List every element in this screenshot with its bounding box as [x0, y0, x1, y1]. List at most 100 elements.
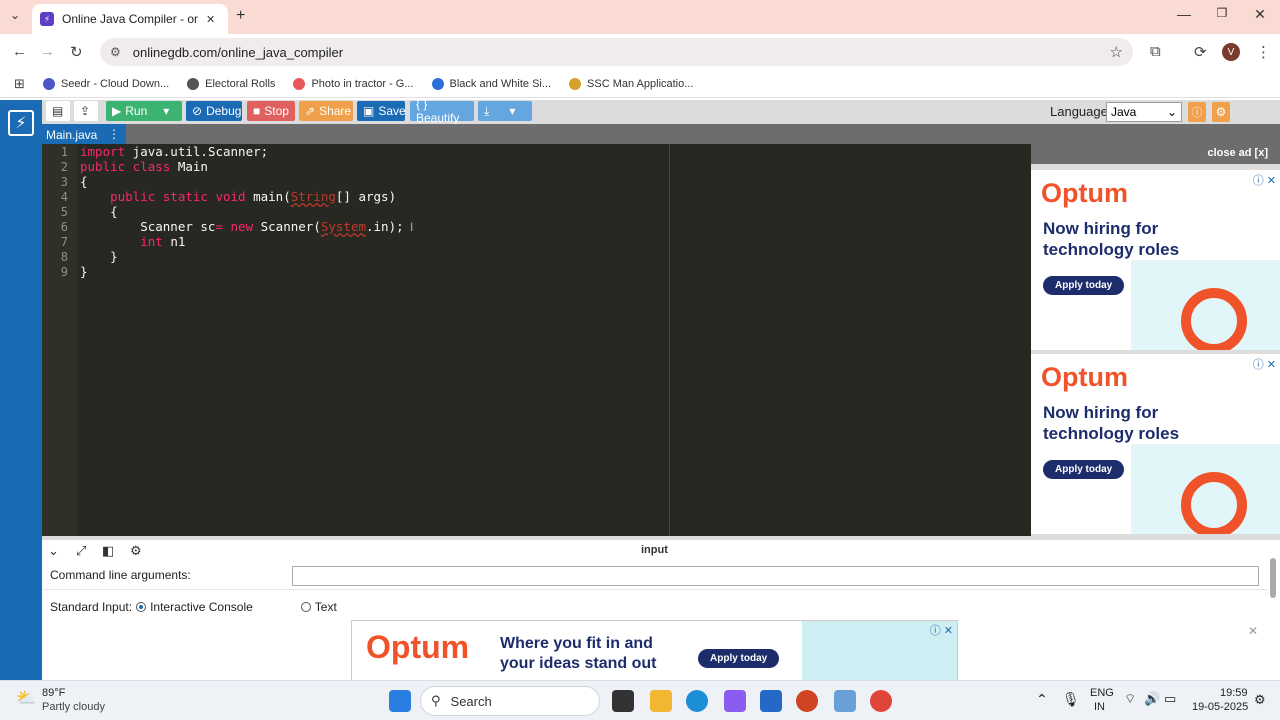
- back-icon[interactable]: ←: [12, 43, 27, 60]
- ad-card[interactable]: Optum Now hiring for technology roles Ap…: [1031, 170, 1280, 350]
- ad-headline: Now hiring for technology roles: [1043, 403, 1180, 443]
- tray-chevron-icon[interactable]: ⌃: [1036, 691, 1048, 708]
- bookmark-favicon-icon: [42, 77, 55, 90]
- reload-icon[interactable]: ↻: [70, 43, 83, 61]
- snipping-tool-icon[interactable]: [834, 690, 856, 712]
- close-ad-button[interactable]: close ad [x]: [1207, 147, 1268, 159]
- bookmark-label: Electoral Rolls: [205, 77, 276, 90]
- address-bar[interactable]: ⚙ onlinegdb.com/online_java_compiler ☆: [100, 38, 1133, 66]
- share-button[interactable]: ⇗ Share: [299, 101, 353, 121]
- debug-button[interactable]: ⊘ Debug: [186, 101, 242, 121]
- new-file-icon[interactable]: ▤: [46, 101, 70, 121]
- info-icon[interactable]: ⓘ: [1188, 102, 1206, 122]
- bookmark-item[interactable]: Electoral Rolls: [187, 77, 276, 90]
- chevron-down-icon[interactable]: ▾: [163, 104, 169, 118]
- run-button[interactable]: ▶ Run ▾: [106, 101, 182, 121]
- tab-close-icon[interactable]: ✕: [206, 13, 215, 26]
- volume-icon[interactable]: 🔊: [1144, 691, 1160, 707]
- browser-tab[interactable]: ⚡ Online Java Compiler - online e ✕: [32, 4, 228, 34]
- forward-icon[interactable]: →: [40, 43, 55, 60]
- menu-icon[interactable]: ⋮: [1256, 43, 1271, 61]
- tab-title: Online Java Compiler - online e: [62, 12, 198, 26]
- ad-card[interactable]: Optum Now hiring for technology roles Ap…: [1031, 354, 1280, 534]
- upload-icon[interactable]: ⇪: [74, 101, 98, 121]
- extensions-icon[interactable]: ⧉: [1150, 43, 1161, 60]
- settings-gear-icon[interactable]: ⚙: [1212, 102, 1230, 122]
- standard-input-label: Standard Input:: [50, 600, 133, 614]
- share-label: Share: [319, 104, 352, 118]
- edge-icon[interactable]: [686, 690, 708, 712]
- ide-toolbar: ▤ ⇪ ▶ Run ▾ ⊘ Debug ■ Stop ⇗ Share ▣ Save { } …: [42, 97, 1280, 125]
- chrome-icon[interactable]: [870, 690, 892, 712]
- window-close-icon[interactable]: ✕: [1250, 6, 1270, 23]
- microphone-icon[interactable]: 🎙: [1062, 691, 1080, 708]
- ad-choices-icon[interactable]: ⓘ ✕: [930, 622, 953, 638]
- ad-brand-logo: Optum: [366, 629, 470, 665]
- bookmark-item[interactable]: Seedr - Cloud Down...: [42, 77, 169, 90]
- profile-avatar[interactable]: V: [1222, 43, 1240, 61]
- text-cursor-icon: I: [410, 220, 414, 234]
- site-info-icon[interactable]: ⚙: [110, 45, 121, 59]
- copilot-icon[interactable]: [724, 690, 746, 712]
- language-label: Language: [1050, 104, 1108, 119]
- file-tab-main-java[interactable]: Main.java ⋮: [42, 124, 126, 144]
- notifications-icon[interactable]: ⚙: [1254, 692, 1266, 708]
- line-number: 6: [60, 220, 68, 234]
- ad-brand-logo: Optum: [1041, 178, 1128, 208]
- line-number: 1: [60, 145, 68, 159]
- minimize-icon[interactable]: —: [1174, 6, 1194, 22]
- sync-icon[interactable]: ⟳: [1194, 43, 1207, 61]
- tab-search-icon[interactable]: ⌄: [10, 8, 20, 22]
- restore-icon[interactable]: ❐: [1212, 6, 1232, 20]
- expand-icon[interactable]: ⤢: [76, 543, 86, 559]
- battery-icon[interactable]: ▭: [1164, 691, 1176, 707]
- language-indicator[interactable]: ENG: [1090, 687, 1114, 699]
- store-icon[interactable]: [760, 690, 782, 712]
- browser-tab-bar: ⌄ ⚡ Online Java Compiler - online e ✕ + …: [0, 0, 1280, 34]
- bookmark-label: Black and White Si...: [449, 77, 552, 90]
- beautify-button[interactable]: { } Beautify: [410, 97, 474, 125]
- text-radio[interactable]: [300, 602, 311, 612]
- cmd-args-input[interactable]: [292, 566, 1259, 586]
- clock-time[interactable]: 19:59: [1220, 687, 1248, 699]
- code-token: n1: [162, 234, 186, 249]
- ad-cta-button[interactable]: Apply today: [698, 649, 780, 668]
- chevron-down-icon[interactable]: ▾: [509, 104, 515, 118]
- stop-button[interactable]: ■ Stop: [247, 101, 295, 121]
- apps-grid-icon[interactable]: ⊞: [14, 76, 25, 92]
- collapse-chevron-icon[interactable]: ⌄: [48, 543, 59, 559]
- windows-start-icon[interactable]: [389, 690, 411, 712]
- layout-icon[interactable]: ◧: [102, 543, 114, 559]
- download-button[interactable]: ⤓ ▾: [478, 101, 532, 121]
- file-menu-icon[interactable]: ⋮: [108, 127, 120, 141]
- file-explorer-icon[interactable]: [650, 690, 672, 712]
- bookmark-star-icon[interactable]: ☆: [1110, 43, 1123, 61]
- panel-settings-icon[interactable]: ⚙: [130, 543, 142, 559]
- wifi-icon[interactable]: ⌔: [1124, 691, 1136, 707]
- bookmark-item[interactable]: Photo in tractor - G...: [293, 77, 414, 90]
- text-option-label: Text: [314, 600, 337, 614]
- code-token: Scanner sc: [80, 219, 216, 234]
- interactive-console-radio[interactable]: [136, 602, 147, 612]
- ad-cta-button[interactable]: Apply today: [1043, 460, 1125, 479]
- language-select[interactable]: Java ⌄: [1106, 102, 1182, 122]
- onlinegdb-logo-icon[interactable]: ⚡: [8, 110, 34, 136]
- bookmark-item[interactable]: SSC Man Applicatio...: [569, 77, 693, 90]
- code-token-error: String: [290, 189, 336, 204]
- bottom-ad-banner[interactable]: Optum Where you fit in and your ideas st…: [351, 620, 958, 684]
- new-tab-button[interactable]: +: [236, 7, 245, 25]
- weather-icon[interactable]: ⛅: [16, 688, 36, 708]
- ad-cta-button[interactable]: Apply today: [1043, 276, 1125, 295]
- debug-icon: ⊘: [192, 104, 203, 118]
- panel-scrollbar[interactable]: [1270, 548, 1278, 678]
- ad-choices-icon[interactable]: ⓘ ✕: [1253, 356, 1276, 372]
- task-view-icon[interactable]: [612, 690, 634, 712]
- powerpoint-icon[interactable]: [796, 690, 818, 712]
- close-ad-icon[interactable]: ✕: [1248, 624, 1258, 638]
- ad-logo-ring-icon: [1181, 472, 1247, 534]
- ad-choices-icon[interactable]: ⓘ ✕: [1253, 172, 1276, 188]
- taskbar-search[interactable]: ⚲ Search: [420, 686, 600, 716]
- save-button[interactable]: ▣ Save: [357, 101, 406, 121]
- code-editor[interactable]: 1 2 3 4 5 6 7 8 9 import java.util.Scann…: [42, 144, 1031, 536]
- bookmark-item[interactable]: Black and White Si...: [431, 77, 552, 90]
